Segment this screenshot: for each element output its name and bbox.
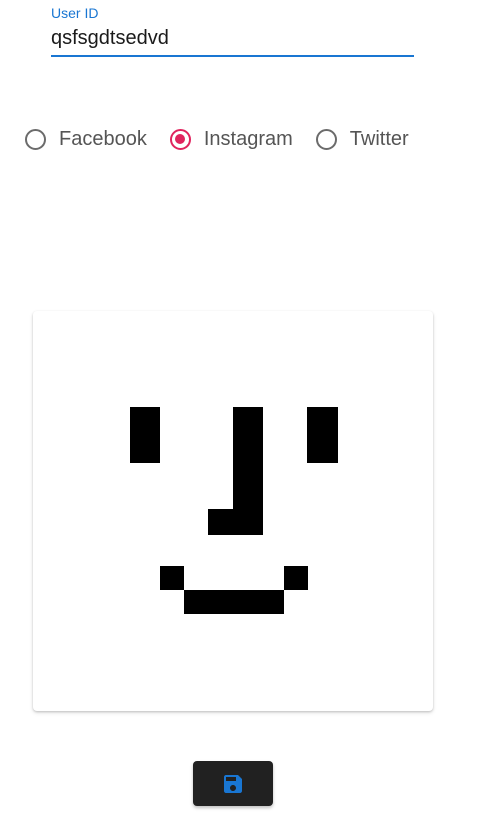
save-button[interactable] xyxy=(193,761,273,806)
user-id-input[interactable] xyxy=(51,24,414,52)
radio-label-instagram[interactable]: Instagram xyxy=(204,127,293,151)
user-id-field[interactable]: User ID xyxy=(51,3,414,57)
page: User ID Facebook Instagram Twitter xyxy=(0,0,479,819)
radio-option-instagram[interactable]: Instagram xyxy=(169,127,293,151)
drawing-canvas-card[interactable] xyxy=(33,311,433,711)
mouth-right-corner-pixel xyxy=(284,566,308,590)
left-eye-pixel xyxy=(130,407,160,463)
radio-label-twitter[interactable]: Twitter xyxy=(350,127,409,151)
floppy-disk-save-icon xyxy=(224,774,242,793)
user-id-label: User ID xyxy=(51,5,99,21)
mouth-left-corner-pixel xyxy=(160,566,184,590)
radio-button-twitter[interactable] xyxy=(315,128,337,150)
radio-label-facebook[interactable]: Facebook xyxy=(59,127,147,151)
radio-option-twitter[interactable]: Twitter xyxy=(315,127,409,151)
user-id-underline xyxy=(51,55,414,57)
radio-button-facebook[interactable] xyxy=(25,128,46,150)
drawing-canvas[interactable] xyxy=(33,311,433,711)
platform-radio-group: Facebook Instagram Twitter xyxy=(25,124,432,154)
nose-stem-pixel xyxy=(233,407,263,535)
right-eye-pixel xyxy=(307,407,338,463)
radio-button-instagram[interactable] xyxy=(169,128,191,150)
mouth-bottom-pixel xyxy=(184,590,284,614)
radio-option-facebook[interactable]: Facebook xyxy=(25,127,147,151)
nose-base-pixel xyxy=(208,509,233,535)
